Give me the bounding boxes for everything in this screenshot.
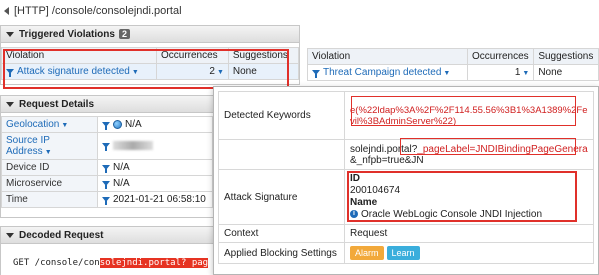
globe-icon <box>113 119 122 129</box>
table-row: Applied Blocking Settings Alarm Learn <box>218 242 594 264</box>
violation-cell[interactable]: Threat Campaign detected ▼ <box>307 64 468 81</box>
detected-keywords-label: Detected Keywords <box>218 91 345 140</box>
collapse-caret-icon[interactable] <box>6 101 14 107</box>
label-time: Time <box>1 191 98 208</box>
value-geolocation: N/A <box>97 116 213 133</box>
table-row: Context Request <box>218 224 594 243</box>
filter-icon[interactable] <box>102 143 110 152</box>
section-title: Triggered Violations <box>19 28 115 40</box>
blocking-settings-label: Applied Blocking Settings <box>218 242 345 264</box>
section-title: Decoded Request <box>19 229 104 241</box>
context-label: Context <box>218 224 345 243</box>
filter-icon[interactable] <box>102 180 110 189</box>
filter-icon[interactable] <box>102 121 110 130</box>
chevron-down-icon[interactable]: ▼ <box>443 70 450 77</box>
violation-link[interactable]: Threat Campaign detected <box>323 67 441 78</box>
label-geolocation[interactable]: Geolocation ▼ <box>1 116 98 133</box>
occurrences-cell: 1 ▼ <box>466 64 535 81</box>
section-title: Request Details <box>19 98 95 110</box>
label-microservice: Microservice <box>1 175 98 192</box>
highlight-box <box>351 96 576 126</box>
collapse-caret-icon[interactable] <box>6 232 14 238</box>
threat-table: Violation Occurrences Suggestions Threat… <box>307 48 599 81</box>
value-device-id: N/A <box>97 159 213 176</box>
decoded-request-code: GET /console/consolejndi.portal? pag <box>13 258 209 268</box>
blocking-settings-value: Alarm Learn <box>344 242 594 264</box>
collapse-caret-icon[interactable] <box>6 31 14 37</box>
suggestions-cell: None <box>533 64 599 81</box>
highlight-box <box>347 171 577 222</box>
table-row: Microservice N/A <box>1 175 213 192</box>
redacted-ip <box>113 141 153 151</box>
request-title: [HTTP] /console/consolejndi.portal <box>14 4 182 17</box>
filter-icon[interactable] <box>102 196 110 205</box>
col-violation[interactable]: Violation <box>307 48 468 65</box>
col-suggestions[interactable]: Suggestions <box>533 48 599 65</box>
value-source-ip <box>97 132 213 160</box>
alarm-badge: Alarm <box>350 246 384 260</box>
value-microservice: N/A <box>97 175 213 192</box>
col-occurrences[interactable]: Occurrences <box>466 48 535 65</box>
table-row: Device ID N/A <box>1 159 213 176</box>
threat-violations-section: Violation Occurrences Suggestions Threat… <box>307 48 599 88</box>
highlight-box <box>400 138 576 155</box>
request-details-header[interactable]: Request Details <box>1 96 213 113</box>
table-row: Source IP Address ▼ <box>1 132 213 160</box>
decoded-request-header[interactable]: Decoded Request <box>1 227 213 244</box>
table-row: Time 2021-01-21 06:58:10 <box>1 191 213 208</box>
context-value: Request <box>344 224 594 243</box>
table-row[interactable]: Threat Campaign detected ▼ 1 ▼ None <box>307 64 599 81</box>
highlighted-keyword: solejndi.portal? pag <box>99 258 209 268</box>
triggered-violations-header[interactable]: Triggered Violations 2 <box>1 26 299 43</box>
highlight-box <box>3 49 289 89</box>
request-details-table: Geolocation ▼ N/A Source IP Address ▼ Devi… <box>1 116 213 208</box>
label-source-ip[interactable]: Source IP Address ▼ <box>1 132 98 160</box>
learn-badge: Learn <box>386 246 420 260</box>
table-row: Geolocation ▼ N/A <box>1 116 213 133</box>
value-time: 2021-01-21 06:58:10 <box>97 191 213 208</box>
label-device-id: Device ID <box>1 159 98 176</box>
filter-icon[interactable] <box>102 164 110 173</box>
filter-icon[interactable] <box>312 69 320 78</box>
request-details-section: Request Details Geolocation ▼ N/A Source … <box>0 95 214 218</box>
attack-signature-label: Attack Signature <box>218 169 345 225</box>
violation-count-badge: 2 <box>118 29 130 39</box>
back-arrow-icon[interactable] <box>4 6 9 15</box>
window-title-bar: [HTTP] /console/consolejndi.portal <box>0 0 599 21</box>
